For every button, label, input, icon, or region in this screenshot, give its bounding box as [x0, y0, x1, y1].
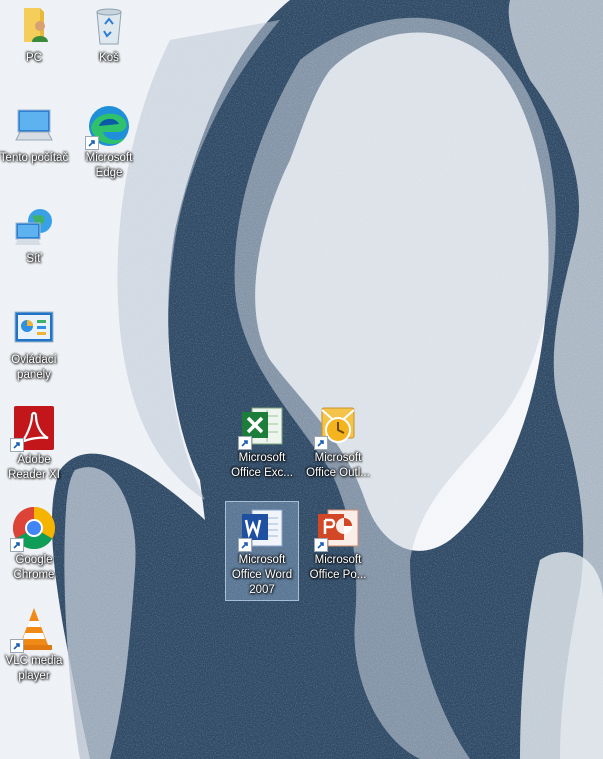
desktop-icon-label: Microsoft Office Word 2007 — [231, 554, 293, 596]
desktop-icon-edge[interactable]: Microsoft Edge — [73, 100, 145, 181]
desktop-icon-adobe-reader[interactable]: Adobe Reader XI — [0, 402, 70, 483]
word-icon — [238, 504, 286, 552]
desktop-icon-powerpoint[interactable]: Microsoft Office Po... — [302, 502, 374, 583]
computer-icon — [10, 102, 58, 150]
desktop-icon-network[interactable]: Síť — [0, 201, 70, 267]
desktop-icon-this-pc[interactable]: Tento počítač — [0, 100, 70, 166]
shortcut-arrow-icon — [10, 538, 24, 552]
vlc-icon — [10, 605, 58, 653]
desktop-icon-label: Ovládací panely — [11, 354, 57, 381]
shortcut-arrow-icon — [85, 136, 99, 150]
desktop-icon-label: Microsoft Edge — [85, 152, 133, 179]
desktop-icon-label: Síť — [26, 253, 42, 265]
shortcut-arrow-icon — [238, 538, 252, 552]
desktop-icon-label: Koš — [99, 52, 119, 64]
desktop-icon-label: VLC media player — [5, 655, 63, 682]
desktop-icon-recycle-bin[interactable]: Koš — [73, 0, 145, 66]
desktop-icon-label: Microsoft Office Po... — [309, 554, 367, 581]
desktop-icon-label: Google Chrome — [13, 554, 55, 581]
desktop-icon-label: PC — [26, 52, 42, 64]
shortcut-arrow-icon — [314, 436, 328, 450]
user-folder-icon — [10, 2, 58, 50]
desktop-icon-pc[interactable]: PC — [0, 0, 70, 66]
recycle-bin-icon — [85, 2, 133, 50]
excel-icon — [238, 402, 286, 450]
shortcut-arrow-icon — [10, 438, 24, 452]
desktop-icon-outlook[interactable]: Microsoft Office Outl... — [302, 400, 374, 481]
shortcut-arrow-icon — [238, 436, 252, 450]
chrome-icon — [10, 504, 58, 552]
desktop-icon-label: Tento počítač — [0, 152, 69, 164]
shortcut-arrow-icon — [10, 639, 24, 653]
adobe-reader-icon — [10, 404, 58, 452]
desktop-icon-control-panel[interactable]: Ovládací panely — [0, 302, 70, 383]
desktop-icon-excel[interactable]: Microsoft Office Exc... — [226, 400, 298, 481]
desktop-icon-label: Adobe Reader XI — [8, 454, 60, 481]
outlook-icon — [314, 402, 362, 450]
desktop-icon-label: Microsoft Office Outl... — [306, 452, 370, 479]
desktop-icon-chrome[interactable]: Google Chrome — [0, 502, 70, 583]
powerpoint-icon — [314, 504, 362, 552]
edge-icon — [85, 102, 133, 150]
shortcut-arrow-icon — [314, 538, 328, 552]
network-icon — [10, 203, 58, 251]
control-panel-icon — [10, 304, 58, 352]
desktop-icon-vlc[interactable]: VLC media player — [0, 603, 70, 684]
desktop-icon-label: Microsoft Office Exc... — [231, 452, 293, 479]
desktop-icon-word[interactable]: Microsoft Office Word 2007 — [225, 501, 299, 601]
